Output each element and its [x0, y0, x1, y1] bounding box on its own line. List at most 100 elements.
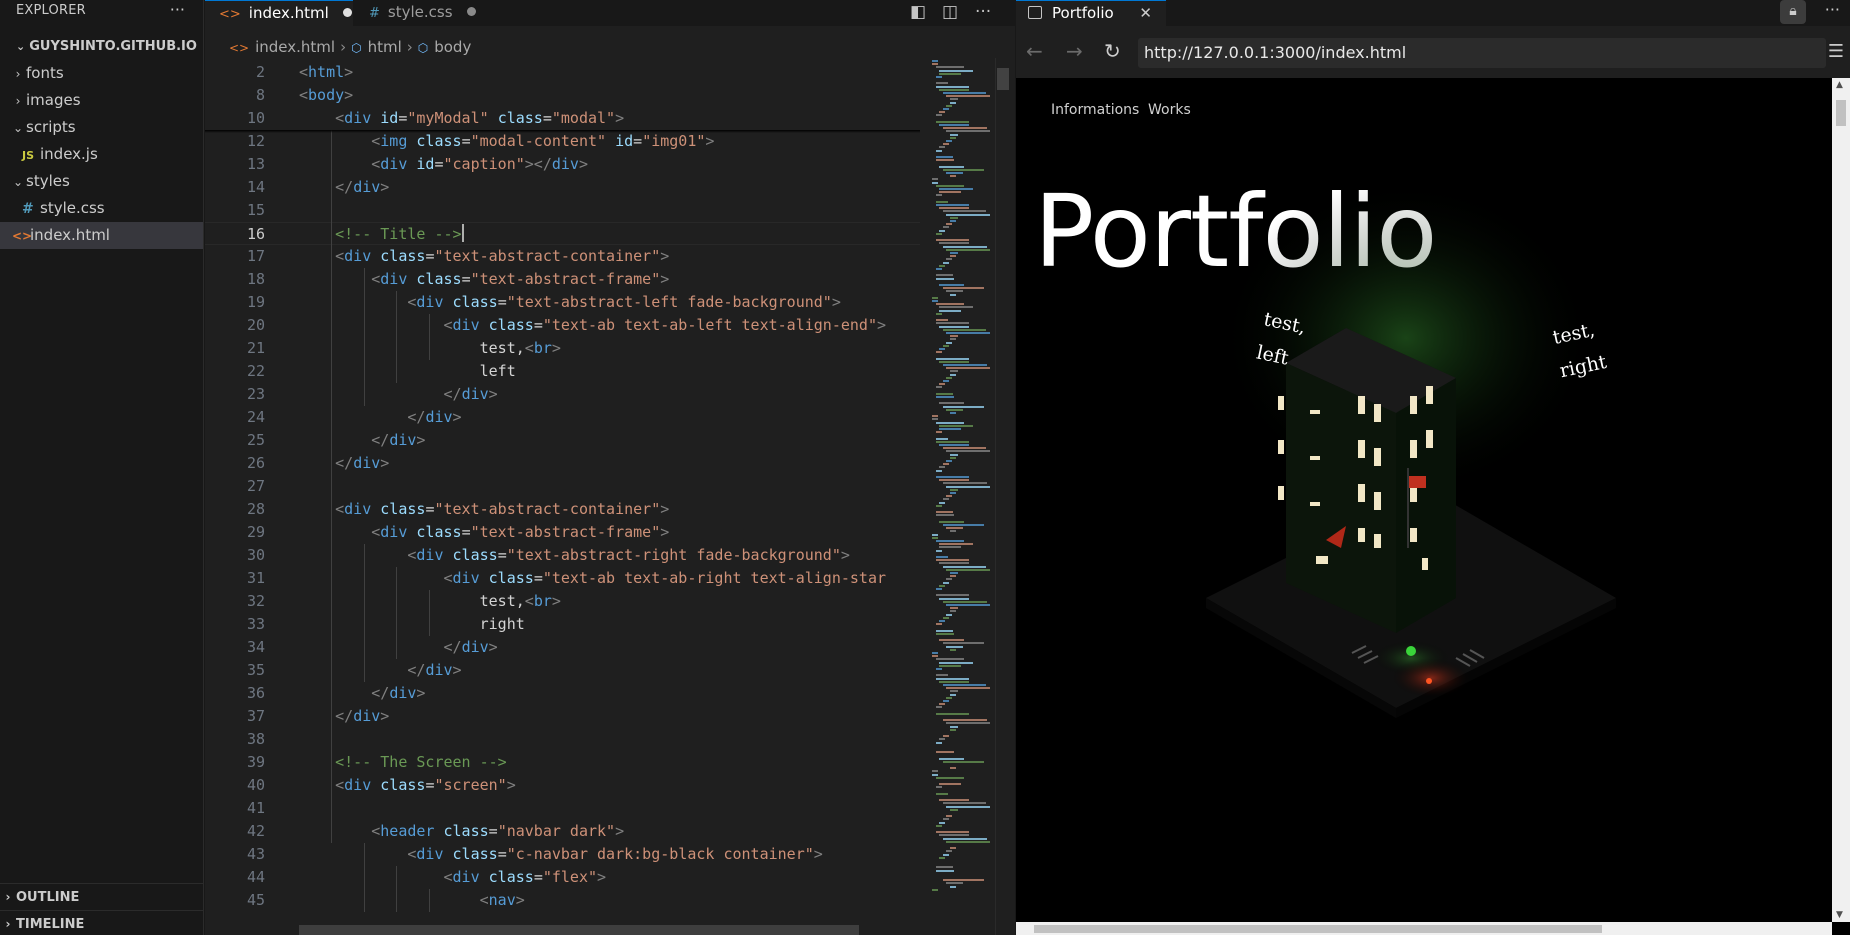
timeline-section[interactable]: › TIMELINE [0, 910, 204, 935]
address-bar[interactable]: http://127.0.0.1:3000/index.html [1138, 38, 1826, 68]
unsaved-dot-icon[interactable] [342, 8, 352, 17]
scroll-down-arrow-icon[interactable]: ▼ [1836, 910, 1843, 920]
menu-icon[interactable]: ☰ [1828, 42, 1844, 62]
page-vertical-scrollbar[interactable]: ▲ ▼ [1832, 78, 1850, 922]
tree-file-index-js[interactable]: JS index.js [0, 141, 203, 168]
line-number[interactable]: 40 [205, 774, 265, 797]
code-line[interactable]: 12 <img class="modal-content" id="img01"… [205, 130, 920, 153]
code-line[interactable]: 40 <div class="screen"> [205, 774, 920, 797]
editor-horizontal-scrollbar[interactable] [299, 925, 859, 935]
line-number[interactable]: 38 [205, 728, 265, 751]
tree-folder-fonts[interactable]: › fonts [0, 60, 203, 87]
code-line[interactable]: 34 </div> [205, 636, 920, 659]
line-number[interactable]: 26 [205, 452, 265, 475]
code-line[interactable]: 28 <div class="text-abstract-container"> [205, 498, 920, 521]
line-number[interactable]: 29 [205, 521, 265, 544]
line-number[interactable]: 45 [205, 889, 265, 912]
code-line[interactable]: 20 <div class="text-ab text-ab-left text… [205, 314, 920, 337]
line-number[interactable]: 30 [205, 544, 265, 567]
scrollbar-thumb[interactable] [997, 68, 1009, 90]
line-number[interactable]: 16 [205, 223, 265, 246]
scroll-up-arrow-icon[interactable]: ▲ [1836, 80, 1843, 90]
line-number[interactable]: 2 [205, 61, 265, 84]
breadcrumb-item-html[interactable]: html [368, 38, 402, 56]
code-line[interactable]: 42 <header class="navbar dark"> [205, 820, 920, 843]
line-number[interactable]: 15 [205, 199, 265, 222]
line-number[interactable]: 31 [205, 567, 265, 590]
tree-folder-styles[interactable]: ⌄ styles [0, 168, 203, 195]
tree-folder-images[interactable]: › images [0, 87, 203, 114]
code-area[interactable]: 2 <html> 8 <body> 10 <div id="myModal" class… [205, 61, 920, 935]
line-number[interactable]: 8 [205, 84, 265, 107]
editor-vertical-scrollbar[interactable] [995, 58, 1009, 935]
code-line[interactable]: 10 <div id="myModal" class="modal"> [205, 107, 920, 130]
code-line[interactable]: 17 <div class="text-abstract-container"> [205, 245, 920, 268]
line-number[interactable]: 18 [205, 268, 265, 291]
open-preview-icon[interactable]: ◧ [910, 2, 926, 22]
code-line[interactable]: 23 </div> [205, 383, 920, 406]
line-number[interactable]: 13 [205, 153, 265, 176]
line-number[interactable]: 25 [205, 429, 265, 452]
line-number[interactable]: 34 [205, 636, 265, 659]
line-number[interactable]: 12 [205, 130, 265, 153]
line-number[interactable]: 14 [205, 176, 265, 199]
code-line[interactable]: 22 left [205, 360, 920, 383]
code-line[interactable]: 2 <html> [205, 61, 920, 84]
line-number[interactable]: 42 [205, 820, 265, 843]
code-line[interactable]: 15 [205, 199, 920, 222]
more-actions-icon[interactable]: ··· [1825, 0, 1840, 20]
tree-file-style-css[interactable]: # style.css [0, 195, 203, 222]
line-number[interactable]: 43 [205, 843, 265, 866]
outline-section[interactable]: › OUTLINE [0, 883, 204, 909]
code-line[interactable]: 25 </div> [205, 429, 920, 452]
code-line[interactable]: 38 [205, 728, 920, 751]
minimap[interactable] [930, 58, 1000, 935]
line-number[interactable]: 27 [205, 475, 265, 498]
code-line[interactable]: 8 <body> [205, 84, 920, 107]
code-line[interactable]: 45 <nav> [205, 889, 920, 912]
code-line[interactable]: 24 </div> [205, 406, 920, 429]
code-line[interactable]: 13 <div id="caption"></div> [205, 153, 920, 176]
line-number[interactable]: 33 [205, 613, 265, 636]
line-number[interactable]: 28 [205, 498, 265, 521]
code-line[interactable]: 31 <div class="text-ab text-ab-right tex… [205, 567, 920, 590]
code-line[interactable]: 26 </div> [205, 452, 920, 475]
code-line[interactable]: 37 </div> [205, 705, 920, 728]
line-number[interactable]: 35 [205, 659, 265, 682]
code-line[interactable]: 18 <div class="text-abstract-frame"> [205, 268, 920, 291]
unsaved-dot-icon[interactable] [466, 7, 476, 16]
tab-index-html[interactable]: <> index.html [205, 0, 353, 26]
line-number[interactable]: 44 [205, 866, 265, 889]
code-line[interactable]: 19 <div class="text-abstract-left fade-b… [205, 291, 920, 314]
scrollbar-thumb[interactable] [1836, 100, 1846, 126]
code-line[interactable]: 32 test,<br> [205, 590, 920, 613]
tree-file-index-html[interactable]: <>index.html [0, 222, 203, 249]
code-line[interactable]: 30 <div class="text-abstract-right fade-… [205, 544, 920, 567]
line-number[interactable]: 39 [205, 751, 265, 774]
more-actions-icon[interactable]: ··· [975, 2, 991, 22]
code-line[interactable]: 41 [205, 797, 920, 820]
reload-icon[interactable]: ↻ [1104, 40, 1121, 62]
code-line[interactable]: 43 <div class="c-navbar dark:bg-black co… [205, 843, 920, 866]
more-actions-icon[interactable]: ··· [170, 0, 185, 20]
code-line[interactable]: 33 right [205, 613, 920, 636]
line-number[interactable]: 17 [205, 245, 265, 268]
code-line[interactable]: 36 </div> [205, 682, 920, 705]
code-line[interactable]: 44 <div class="flex"> [205, 866, 920, 889]
line-number[interactable]: 21 [205, 337, 265, 360]
line-number[interactable]: 22 [205, 360, 265, 383]
line-number[interactable]: 19 [205, 291, 265, 314]
tree-folder-scripts[interactable]: ⌄ scripts [0, 114, 203, 141]
line-number[interactable]: 23 [205, 383, 265, 406]
page-horizontal-scrollbar[interactable] [1016, 922, 1832, 935]
line-number[interactable]: 41 [205, 797, 265, 820]
code-line[interactable]: 27 [205, 475, 920, 498]
back-arrow-icon[interactable]: ← [1026, 40, 1043, 62]
split-editor-icon[interactable]: ◫ [942, 2, 958, 22]
line-number[interactable]: 20 [205, 314, 265, 337]
lock-icon[interactable]: 🔒︎ [1780, 0, 1806, 24]
code-line[interactable]: 35 </div> [205, 659, 920, 682]
scrollbar-thumb[interactable] [1034, 925, 1602, 933]
line-number[interactable]: 36 [205, 682, 265, 705]
forward-arrow-icon[interactable]: → [1066, 40, 1083, 62]
